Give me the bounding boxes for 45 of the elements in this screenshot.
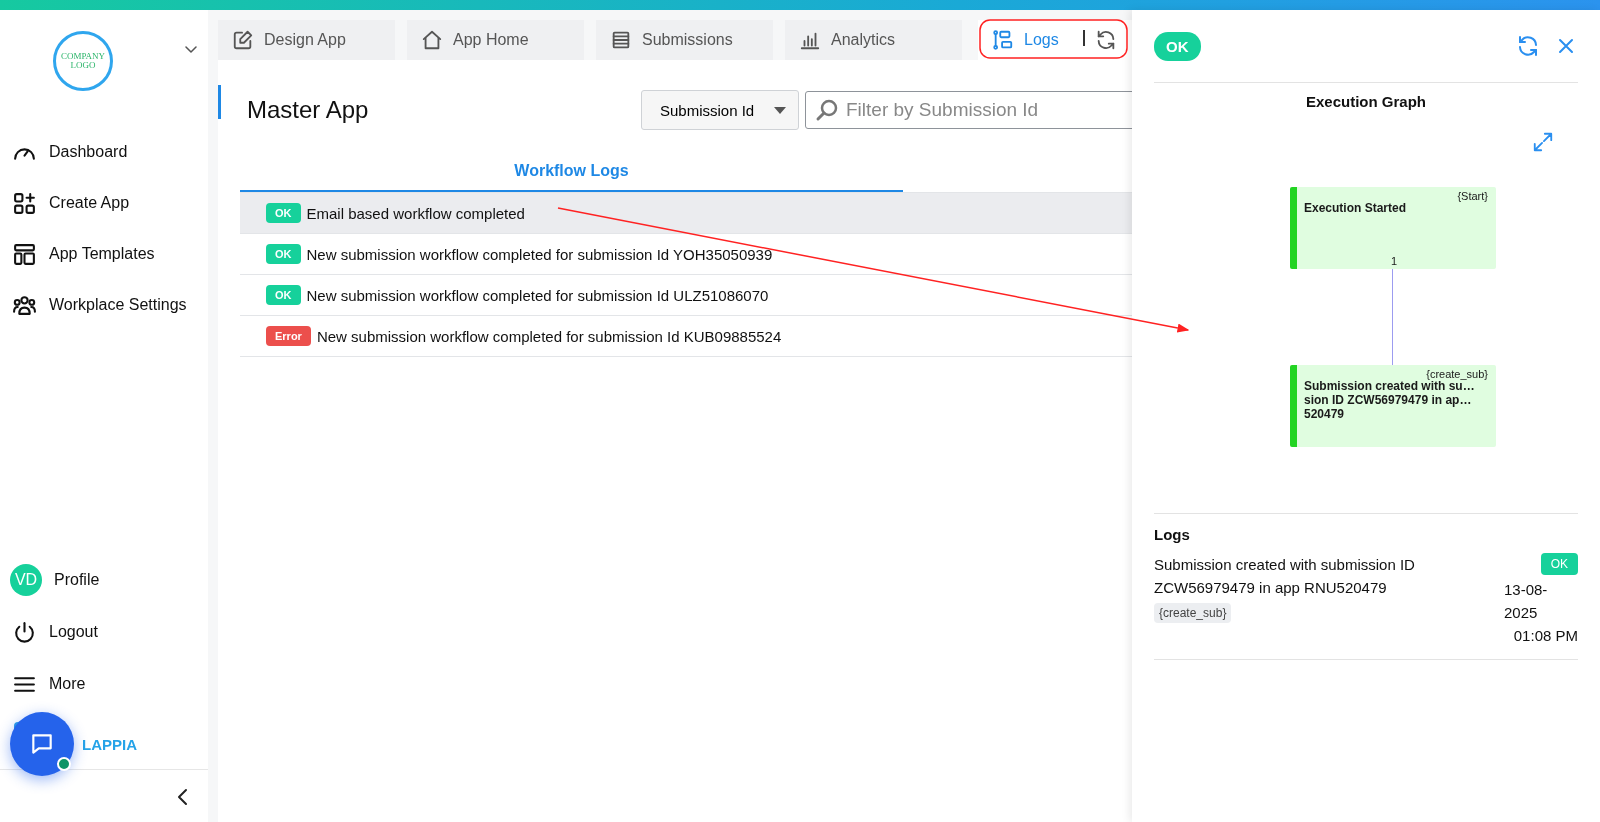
- company-logo: COMPANY LOGO: [53, 31, 113, 91]
- log-row[interactable]: Error New submission workflow completed for submission Id KUB09885524: [240, 316, 1132, 357]
- graph-node[interactable]: {Start} Execution Started 1: [1290, 187, 1496, 269]
- brand-name: LAPPIA: [82, 735, 137, 753]
- log-message: New submission workflow completed for submission Id ULZ51086070: [306, 286, 769, 304]
- log-date: 13-08-2025: [1504, 580, 1549, 623]
- log-message: New submission workflow completed for submission Id KUB09885524: [316, 327, 782, 345]
- nav-item[interactable]: Dashboard: [0, 140, 208, 164]
- status-badge: OK: [266, 285, 301, 305]
- node-label: Submission created with su…: [1304, 379, 1475, 393]
- tab[interactable]: Submissions: [596, 20, 773, 60]
- search-field[interactable]: Filter by Submission Id: [805, 91, 1132, 129]
- log-time: 01:08 PM: [1513, 626, 1578, 646]
- tab[interactable]: App Home: [407, 20, 584, 60]
- nav-item[interactable]: More: [0, 672, 208, 696]
- status-badge: Error: [266, 326, 311, 346]
- node-tag: {Start}: [1457, 190, 1488, 202]
- section-title: Logs: [1154, 526, 1191, 543]
- tab[interactable]: Design App: [218, 20, 395, 60]
- nav-item[interactable]: Create App: [0, 191, 208, 215]
- port-label: 1: [1391, 255, 1398, 267]
- graph-title: Execution Graph: [1305, 93, 1427, 110]
- node-label: Execution Started: [1304, 201, 1408, 215]
- status-badge: OK: [1540, 553, 1578, 575]
- nav-item[interactable]: App Templates: [0, 242, 208, 266]
- node-label: 520479: [1304, 407, 1346, 421]
- log-row[interactable]: OK Email based workflow completed: [240, 193, 1132, 234]
- status-badge: OK: [266, 203, 301, 223]
- nav-item[interactable]: Logout: [0, 620, 208, 644]
- log-message: Submission created with submission ID ZCW56979479 in app RNU520479: [1154, 555, 1416, 598]
- log-message: New submission workflow completed for submission Id YOH35050939: [306, 245, 773, 263]
- node-label: sion ID ZCW56979479 in ap…: [1304, 393, 1473, 407]
- tab[interactable]: Analytics: [785, 20, 962, 60]
- nav-item[interactable]: Workplace Settings: [0, 293, 208, 317]
- graph-node[interactable]: {create_sub} Submission created with su… sion ID ZCW56979479 in ap… 520479: [1290, 365, 1496, 447]
- step-tag: {create_sub}: [1154, 603, 1232, 623]
- node-tag: {create_sub}: [1426, 368, 1488, 380]
- status-badge: OK: [266, 244, 301, 264]
- log-row[interactable]: OK New submission workflow completed for submission Id YOH35050939: [240, 234, 1132, 275]
- status-badge: OK: [1154, 31, 1201, 61]
- log-message: Email based workflow completed: [306, 204, 525, 222]
- log-row[interactable]: OK New submission workflow completed for submission Id ULZ51086070: [240, 275, 1132, 316]
- field-dropdown[interactable]: Submission Id: [641, 90, 799, 130]
- avatar: VD: [10, 564, 42, 596]
- page-title: Master App: [247, 96, 370, 124]
